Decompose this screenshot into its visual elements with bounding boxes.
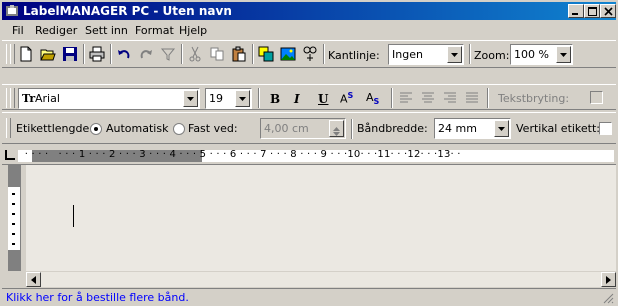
horizontal-ruler: · · · · · · · 1 · · · 2 · · · 3 · · · 4 … [2, 147, 616, 165]
copy-icon[interactable] [207, 44, 227, 64]
zoom-label: Zoom: [474, 49, 510, 62]
menu-rediger[interactable]: Rediger [35, 24, 77, 37]
fixed-length-radio[interactable] [173, 123, 185, 135]
fixed-length-label: Fast ved: [188, 122, 238, 135]
tape-width-label: Båndbredde: [357, 122, 428, 135]
italic-button[interactable]: I [294, 92, 300, 106]
border-select[interactable]: Ingen [388, 44, 464, 65]
ruler-scale: · · · · · · · 1 · · · 2 · · · 3 · · · 4 … [18, 149, 461, 160]
redo-icon[interactable] [136, 44, 156, 64]
font-select[interactable]: Tr Arial [18, 88, 200, 109]
title-bar[interactable]: LabelMANAGER PC - Uten navn [2, 2, 616, 20]
print-icon[interactable] [87, 44, 107, 64]
text-wrap-checkbox[interactable] [590, 91, 603, 104]
auto-length-label: Automatisk [106, 122, 169, 135]
insert-image-icon[interactable] [256, 44, 276, 64]
app-logo-icon [5, 4, 19, 18]
minimize-button[interactable] [568, 4, 584, 18]
truetype-icon: Tr [22, 92, 36, 105]
picture-icon[interactable] [278, 44, 298, 64]
label-toolbar: Etikettlengde: Automatisk Fast ved: 4,00… [2, 112, 616, 144]
menu-bar: Fil Rediger Sett inn Format Hjelp [2, 21, 616, 40]
symbol-icon[interactable] [300, 44, 320, 64]
app-window: LabelMANAGER PC - Uten navn Fil Rediger … [0, 0, 618, 306]
close-button[interactable] [600, 4, 616, 18]
order-tape-link[interactable]: Klikk her for å bestille flere bånd. [6, 291, 189, 304]
chevron-down-icon[interactable] [556, 46, 571, 63]
chevron-down-icon[interactable] [494, 120, 509, 137]
chevron-down-icon[interactable] [183, 90, 198, 107]
text-cursor [73, 205, 74, 227]
chevron-down-icon[interactable] [235, 90, 250, 107]
status-bar: Klikk her for å bestille flere bånd. [2, 288, 616, 306]
zoom-select[interactable]: 100 % [510, 44, 573, 65]
vertical-ruler [8, 165, 21, 271]
ruler-bar[interactable]: · · · · · · · 1 · · · 2 · · · 3 · · · 4 … [18, 149, 614, 162]
spinner-icon[interactable] [329, 120, 344, 137]
undo-icon[interactable] [114, 44, 134, 64]
menu-sett-inn[interactable]: Sett inn [85, 24, 128, 37]
align-center-icon[interactable] [418, 88, 438, 108]
toolbar-grip[interactable] [6, 118, 11, 138]
align-right-icon[interactable] [440, 88, 460, 108]
font-size-select[interactable]: 19 [205, 88, 252, 109]
open-folder-icon[interactable] [38, 44, 58, 64]
vertical-label-label: Vertikal etikett: [516, 122, 601, 135]
tab-stop-icon[interactable] [5, 150, 15, 160]
label-length-label: Etikettlengde: [16, 122, 93, 135]
vertical-label-checkbox[interactable] [599, 122, 612, 135]
maximize-button[interactable] [584, 4, 600, 18]
new-document-icon[interactable] [16, 44, 36, 64]
save-icon[interactable] [60, 44, 80, 64]
border-label: Kantlinje: [328, 49, 380, 62]
tape-width-select[interactable]: 24 mm [434, 118, 511, 139]
font-value: Arial [35, 92, 60, 105]
superscript-button[interactable]: AS [340, 91, 353, 106]
window-title: LabelMANAGER PC - Uten navn [23, 4, 232, 18]
menu-hjelp[interactable]: Hjelp [179, 24, 207, 37]
label-editor-canvas[interactable] [26, 165, 616, 271]
menu-fil[interactable]: Fil [12, 24, 24, 37]
standard-toolbar: Kantlinje: Ingen Zoom: 100 % [2, 40, 616, 68]
horizontal-scrollbar[interactable] [26, 272, 616, 287]
chevron-down-icon[interactable] [447, 46, 462, 63]
toolbar-grip[interactable] [10, 88, 15, 108]
align-justify-icon[interactable] [462, 88, 482, 108]
paste-icon[interactable] [229, 44, 249, 64]
text-wrap-label: Tekstbryting: [498, 92, 570, 105]
filter-icon[interactable] [158, 44, 178, 64]
menu-format[interactable]: Format [135, 24, 174, 37]
format-toolbar: Tr Arial 19 B I U AS AS Tekstbryting: [2, 84, 616, 110]
resize-grip-icon[interactable] [603, 293, 614, 304]
cut-icon[interactable] [185, 44, 205, 64]
align-left-icon[interactable] [396, 88, 416, 108]
toolbar-grip[interactable] [10, 44, 15, 64]
auto-length-radio[interactable] [90, 123, 102, 135]
scroll-left-icon[interactable] [26, 272, 41, 287]
underline-button[interactable]: U [318, 92, 328, 106]
bold-button[interactable]: B [270, 92, 280, 106]
subscript-button[interactable]: AS [366, 91, 379, 106]
fixed-length-input[interactable]: 4,00 cm [260, 118, 346, 139]
scroll-right-icon[interactable] [601, 272, 616, 287]
